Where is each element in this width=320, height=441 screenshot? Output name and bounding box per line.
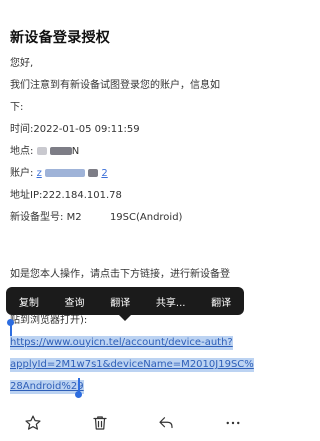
- action-line-2: 贴到浏览器打开):: [10, 315, 88, 326]
- model-row: 新设备型号: M2 19SC(Android): [10, 211, 182, 225]
- reply-icon: [159, 416, 173, 428]
- location-redacted-2: [49, 147, 72, 155]
- auth-link-line-3[interactable]: 28Android%29: [10, 380, 84, 394]
- more-button[interactable]: [221, 411, 245, 435]
- tooltip-arrow: [118, 314, 132, 321]
- star-button[interactable]: [21, 411, 45, 435]
- time-value: 2022-01-05 09:11:59: [33, 124, 140, 135]
- location-redacted: [36, 147, 47, 155]
- account-prefix: z: [36, 168, 42, 179]
- reply-button[interactable]: [154, 411, 178, 435]
- tooltip-translate[interactable]: 翻译: [106, 294, 134, 309]
- selection-handle-bottom-bar: [78, 378, 80, 392]
- delete-button[interactable]: [88, 411, 112, 435]
- bottom-toolbar: [0, 404, 266, 441]
- time-label: 时间:: [10, 124, 34, 135]
- intro-line-1: 我们注意到有新设备试图登录您的账户，信息如: [10, 80, 220, 91]
- model-label: 新设备型号:: [10, 212, 64, 223]
- tooltip-share[interactable]: 共享...: [152, 294, 190, 309]
- ip-row: 地址IP:222.184.101.78: [10, 189, 122, 203]
- location-row: 地点: N: [10, 145, 79, 159]
- account-redacted: [45, 169, 85, 177]
- time-row: 时间:2022-01-05 09:11:59: [10, 123, 140, 137]
- more-icon: [226, 421, 240, 424]
- location-suffix: N: [71, 146, 80, 157]
- account-row: 账户: z 2: [10, 167, 108, 181]
- model-prefix: M2: [66, 212, 82, 223]
- ip-label: 地址IP:: [10, 190, 43, 201]
- tooltip-lookup[interactable]: 查询: [61, 294, 89, 309]
- location-label: 地点:: [10, 146, 34, 157]
- ip-value: 222.184.101.78: [42, 190, 122, 201]
- tooltip-translate-2[interactable]: 翻译: [207, 294, 235, 309]
- account-redacted-2: [88, 169, 99, 177]
- account-suffix: 2: [101, 168, 108, 179]
- action-line-1: 如是您本人操作，请点击下方链接，进行新设备登: [10, 269, 230, 280]
- tooltip-copy[interactable]: 复制: [15, 294, 43, 309]
- intro-line-2: 下:: [10, 102, 24, 113]
- trash-icon: [93, 415, 107, 430]
- account-label: 账户:: [10, 168, 34, 179]
- model-suffix: 19SC(Android): [109, 212, 183, 223]
- auth-link-line-2[interactable]: applyId=2M1w7s1&deviceName=M2010J19SC%: [10, 358, 254, 372]
- auth-link-line-1[interactable]: https://www.ouyicn.tel/account/device-au…: [10, 336, 233, 350]
- copy-tooltip: 复制 查询 翻译 共享... 翻译: [6, 287, 244, 315]
- email-title: 新设备登录授权: [10, 30, 111, 46]
- selection-handle-bottom[interactable]: [75, 391, 82, 398]
- star-icon: [25, 415, 41, 430]
- greeting: 您好,: [10, 58, 34, 69]
